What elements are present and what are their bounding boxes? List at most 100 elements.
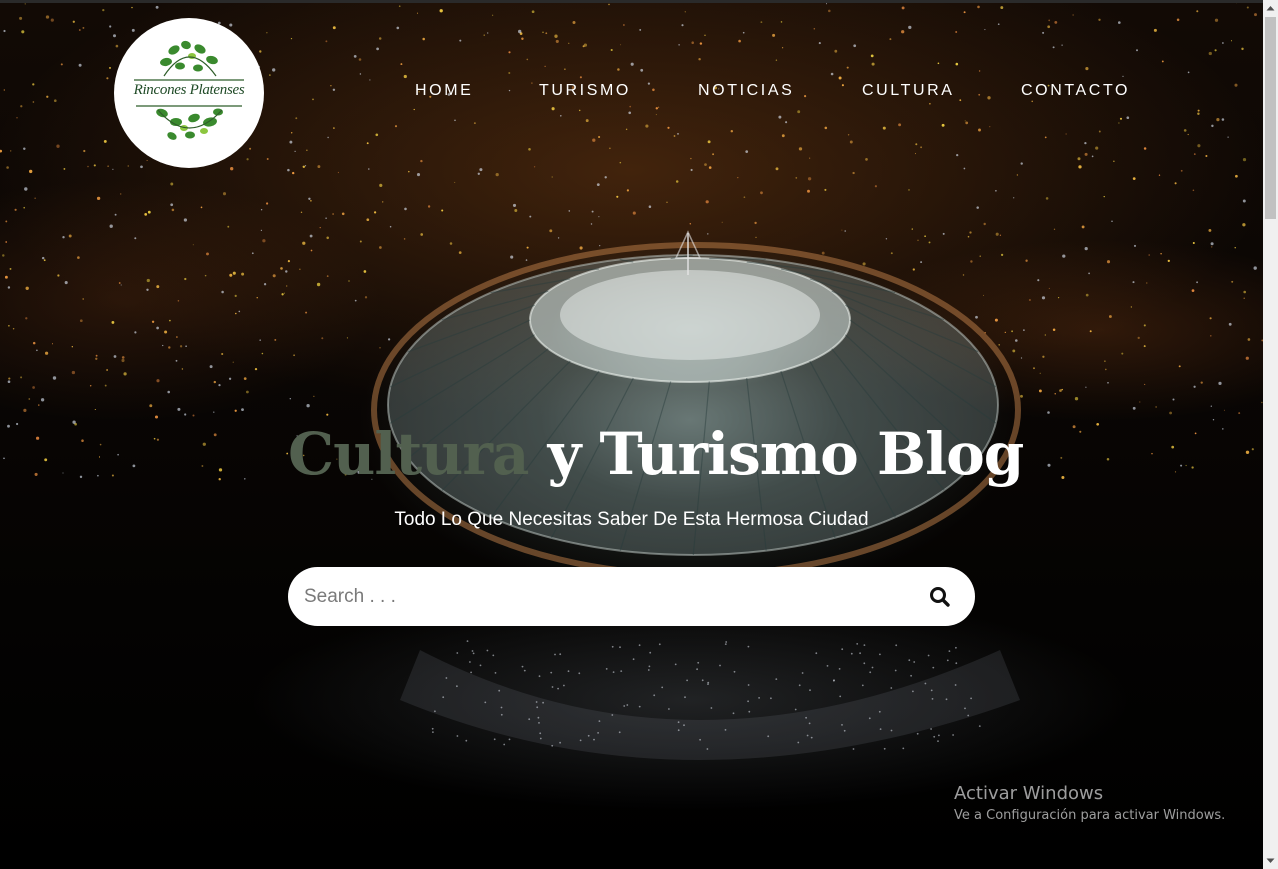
city-light [34,197,36,199]
city-light [1245,356,1249,360]
city-light [1191,289,1195,292]
vertical-scrollbar[interactable] [1263,0,1278,869]
city-light [1160,253,1162,255]
city-light [167,390,170,394]
city-light [78,29,81,31]
crowd-light [863,662,866,665]
city-light [841,229,843,231]
crowd-light [719,664,721,667]
city-light [807,189,810,193]
city-light [1041,296,1046,300]
crowd-light [683,724,685,727]
city-light [1060,456,1063,459]
crowd-light [521,665,524,668]
nav-item-contacto[interactable]: CONTACTO [1021,82,1130,100]
city-light [1200,381,1203,384]
nav-item-turismo[interactable]: TURISMO [539,82,631,100]
city-light [24,3,26,5]
city-light [1033,367,1035,370]
city-light [1180,169,1183,172]
city-light [132,464,136,468]
city-light [999,234,1002,236]
crowd-light [563,684,565,687]
crowd-light [954,684,957,686]
city-light [68,234,72,238]
nav-item-home[interactable]: HOME [415,82,473,100]
city-light [1169,411,1172,415]
city-light [1104,360,1106,362]
city-light [256,297,258,299]
crowd-light [528,718,531,721]
city-light [1187,71,1190,74]
city-light [109,66,111,69]
search-input[interactable] [304,567,904,626]
city-light [898,123,902,127]
city-light [847,134,850,136]
dome-rib [709,257,766,260]
city-light [202,442,206,446]
city-light [677,132,679,135]
city-light [809,157,811,159]
city-light [1108,315,1112,318]
city-light [117,453,119,456]
site-logo[interactable]: Rincones Platenses [114,18,264,168]
city-light [707,233,709,235]
nav-item-noticias[interactable]: NOTICIAS [698,82,794,100]
city-light [521,37,524,40]
city-light [209,365,213,369]
city-light [416,12,419,14]
city-light [1133,244,1137,247]
city-light [824,188,827,191]
city-light [25,317,28,320]
scroll-down-arrow[interactable] [1263,852,1278,869]
city-light [510,255,514,259]
city-light [1121,352,1124,355]
city-light [2,254,5,257]
city-light [1227,136,1229,138]
city-light [185,345,187,348]
city-light [623,24,625,26]
scroll-thumb[interactable] [1265,17,1276,219]
city-light [1078,165,1082,169]
city-light [97,474,99,477]
city-light [156,326,159,330]
city-light [1197,112,1200,115]
city-light [45,15,50,19]
city-light [1245,450,1250,454]
city-light [382,201,384,203]
crowd-light [748,710,751,713]
chevron-up-icon [1266,6,1275,11]
city-light [348,280,350,282]
city-light [1132,281,1135,284]
city-light [978,70,981,72]
city-light [107,165,109,167]
city-light [529,215,532,218]
city-light [302,241,306,245]
watermark-subtitle: Ve a Configuración para activar Windows. [954,808,1226,823]
city-light [120,193,122,195]
city-light [221,352,224,356]
city-light [1098,130,1101,133]
search-button[interactable] [925,582,955,612]
city-light [6,166,9,169]
city-light [295,117,298,120]
city-light [60,63,63,66]
crowd-light [952,734,954,736]
city-light [19,16,23,20]
city-light [1171,445,1175,449]
city-light [83,149,86,153]
city-light [610,48,613,52]
city-light [984,331,986,334]
city-light [639,28,642,31]
city-light [32,83,35,86]
crowd-light [930,728,932,730]
nav-item-cultura[interactable]: CULTURA [862,82,955,100]
city-light [325,217,327,219]
city-light [366,142,369,145]
crowd-light [593,738,595,741]
scroll-up-arrow[interactable] [1263,0,1278,17]
city-light [1105,368,1107,371]
city-light [1221,118,1225,121]
city-light [760,191,763,195]
city-light [1020,357,1023,359]
